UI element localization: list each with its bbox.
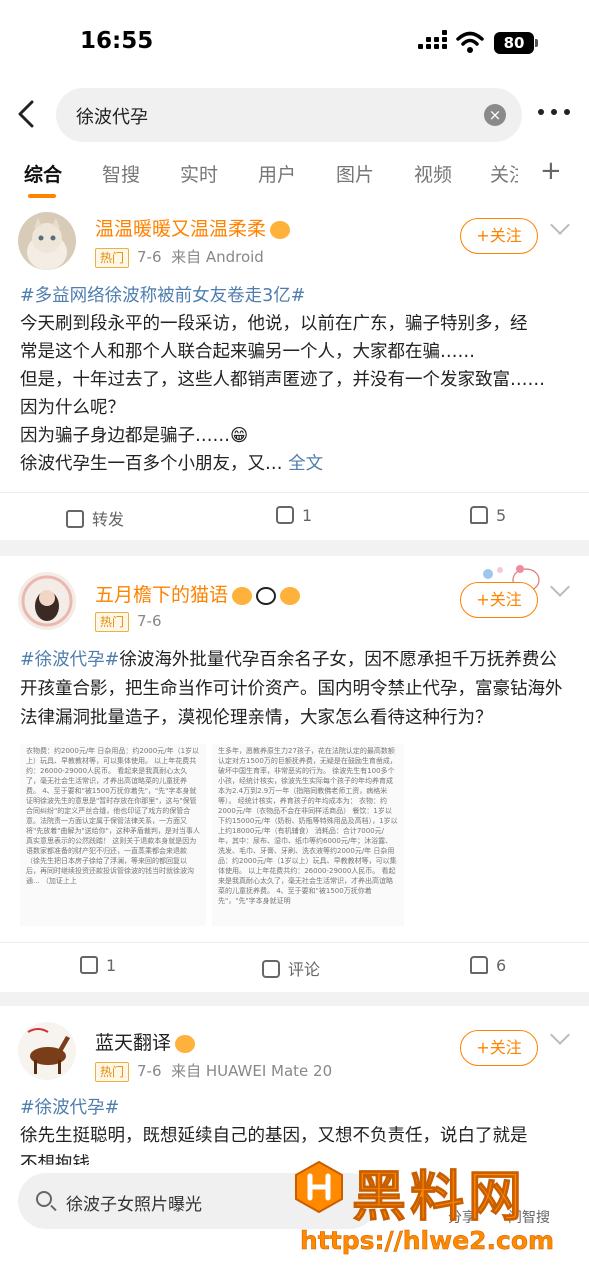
post-text-line: 因为骗子身边都是骗子……😁	[20, 426, 249, 446]
repost-button[interactable]: 1	[80, 956, 116, 975]
badge-emoji-icon	[232, 586, 253, 605]
post-author-name[interactable]: 蓝天翻译	[95, 1028, 196, 1055]
post-image[interactable]: 衣物费：约2000元/年 日杂用品：约2000元/年（1岁以上）玩具、早教教材等…	[20, 744, 206, 926]
post-author-name[interactable]: 五月檐下的猫语	[95, 580, 301, 607]
document-image-text: 衣物费：约2000元/年 日杂用品：约2000元/年（1岁以上）玩具、早教教材等…	[26, 747, 200, 885]
post-meta: 热门 7-6 来自 HUAWEI Mate 20	[95, 1060, 332, 1082]
post-date: 7-6	[137, 248, 162, 266]
hot-badge: 热门	[95, 612, 130, 632]
follow-button[interactable]: +关注	[460, 218, 538, 254]
hot-badge: 热门	[95, 1062, 130, 1082]
chevron-down-icon[interactable]	[550, 215, 570, 235]
repost-icon	[66, 510, 84, 528]
tab-users[interactable]: 用户	[258, 160, 296, 187]
watermark-title: 黑料网	[352, 1165, 526, 1229]
post-date: 7-6	[137, 1062, 162, 1080]
battery-indicator: 80	[494, 32, 538, 54]
like-count: 5	[496, 506, 507, 525]
comment-button[interactable]: 评论	[262, 956, 320, 980]
comment-label: 评论	[288, 960, 321, 979]
avatar[interactable]	[18, 212, 76, 270]
full-text-link[interactable]: 全文	[288, 454, 323, 474]
tab-following[interactable]: 关注	[490, 160, 518, 187]
tab-comprehensive[interactable]: 综合	[24, 160, 62, 187]
tab-realtime[interactable]: 实时	[180, 160, 218, 187]
post-date: 7-6	[137, 612, 162, 630]
author-name-text: 温温暖暖又温温柔柔	[95, 218, 267, 240]
status-time: 16:55	[80, 28, 154, 54]
author-name-text: 蓝天翻译	[95, 1032, 172, 1054]
author-name-text: 五月檐下的猫语	[95, 584, 229, 606]
watermark-logo-icon	[295, 1160, 343, 1214]
post-text-line: 徐先生挺聪明，既想延续自己的基因，又想不负责任，说白了就是	[20, 1126, 528, 1146]
repost-icon	[80, 956, 98, 974]
hashtag-link[interactable]: #徐波代孕#	[20, 650, 119, 670]
repost-count: 1	[106, 956, 117, 975]
related-search-query: 徐波子女照片曝光	[66, 1195, 202, 1215]
avatar[interactable]	[18, 572, 76, 630]
post-card[interactable]: 蓝天翻译 热门 7-6 来自 HUAWEI Mate 20 +关注 #徐波代孕# …	[0, 1006, 589, 1174]
chevron-down-icon[interactable]	[550, 1025, 570, 1045]
back-arrow-icon[interactable]	[12, 94, 42, 134]
follow-button[interactable]: +关注	[460, 582, 538, 618]
post-author-name[interactable]: 温温暖暖又温温柔柔	[95, 214, 291, 241]
tab-videos[interactable]: 视频	[414, 160, 452, 187]
hot-badge: 热门	[95, 248, 130, 268]
post-source: 来自 Android	[171, 248, 264, 266]
hashtag-link[interactable]: #徐波代孕#	[20, 1094, 572, 1122]
search-tabs: 综合 智搜 实时 用户 图片 视频 关注 +	[0, 144, 589, 206]
repost-label: 转发	[92, 510, 125, 529]
comment-count: 1	[302, 506, 313, 525]
post-actions: 1 评论 6	[0, 942, 589, 992]
search-query-text: 徐波代孕	[76, 107, 148, 128]
follow-button[interactable]: +关注	[460, 1030, 538, 1066]
search-header: 徐波代孕 ×	[0, 84, 589, 144]
repost-button[interactable]: 转发	[66, 506, 124, 530]
post-body: #多益网络徐波称被前女友卷走3亿# 今天刷到段永平的一段采访，他说，以前在广东，…	[20, 282, 572, 478]
like-button[interactable]: 5	[470, 506, 506, 525]
badge-emoji-icon	[175, 1034, 196, 1053]
post-text-line: 因为什么呢？	[20, 398, 125, 418]
thumbs-up-icon	[470, 956, 488, 974]
badge-emoji-icon	[270, 220, 291, 239]
thumbs-up-icon	[470, 506, 488, 524]
post-text-line: 徐波代孕生一百多个小朋友，又… 全文	[20, 450, 572, 478]
panda-emoji-icon	[256, 586, 277, 605]
post-image[interactable]: 生多年，愿教养原生力27孩子，花在法院认定的最高数额 认定对方1500万的巨额抚…	[212, 744, 404, 926]
hashtag-link[interactable]: #多益网络徐波称被前女友卷走3亿#	[20, 282, 572, 310]
post-card[interactable]: 温温暖暖又温温柔柔 热门 7-6 来自 Android +关注 #多益网络徐波称被…	[0, 206, 589, 540]
post-body: #徐波代孕#徐波海外批量代孕百余名子女，因不愿承担千万抚养费公开孩童合影，把生命…	[20, 646, 572, 733]
post-actions: 转发 1 5	[0, 492, 589, 542]
wifi-icon	[456, 31, 484, 53]
comment-button[interactable]: 1	[276, 506, 312, 525]
avatar[interactable]	[18, 1022, 76, 1080]
post-source: 来自 HUAWEI Mate 20	[171, 1062, 333, 1080]
comment-icon	[262, 960, 280, 978]
tab-smart-search[interactable]: 智搜	[102, 160, 140, 187]
post-text-truncated: 徐波代孕生一百多个小朋友，又…	[20, 454, 283, 474]
document-image-text: 生多年，愿教养原生力27孩子，花在法院认定的最高数额 认定对方1500万的巨额抚…	[218, 747, 398, 905]
active-tab-indicator	[28, 194, 56, 198]
like-button[interactable]: 6	[470, 956, 506, 975]
search-icon	[36, 1191, 52, 1207]
status-bar: 16:55 80	[0, 0, 589, 84]
post-text-line: 今天刷到段永平的一段采访，他说，以前在广东，骗子特别多，经	[20, 314, 528, 334]
post-meta: 热门 7-6	[95, 612, 162, 632]
more-options-icon[interactable]	[538, 102, 572, 122]
post-card[interactable]: 五月檐下的猫语 热门 7-6 +关注 #徐波代孕#徐波海外批量代孕百余名子女，因不…	[0, 556, 589, 992]
search-input[interactable]: 徐波代孕 ×	[56, 88, 522, 142]
add-tab-icon[interactable]: +	[540, 156, 562, 186]
badge-emoji-icon	[280, 586, 301, 605]
watermark-url: https://hlwe2.com	[300, 1226, 555, 1256]
chevron-down-icon[interactable]	[550, 577, 570, 597]
post-text-line: 但是，十年过去了，这些人都销声匿迹了，并没有一个发家致富……	[20, 370, 545, 390]
like-count: 6	[496, 956, 507, 975]
post-meta: 热门 7-6 来自 Android	[95, 246, 264, 268]
post-text-line: 常是这个人和那个人联合起来骗另一个人，大家都在骗……	[20, 342, 475, 362]
clear-icon[interactable]: ×	[484, 104, 506, 126]
comment-icon	[276, 506, 294, 524]
cellular-signal-icon	[418, 30, 448, 54]
tab-images[interactable]: 图片	[336, 160, 374, 187]
